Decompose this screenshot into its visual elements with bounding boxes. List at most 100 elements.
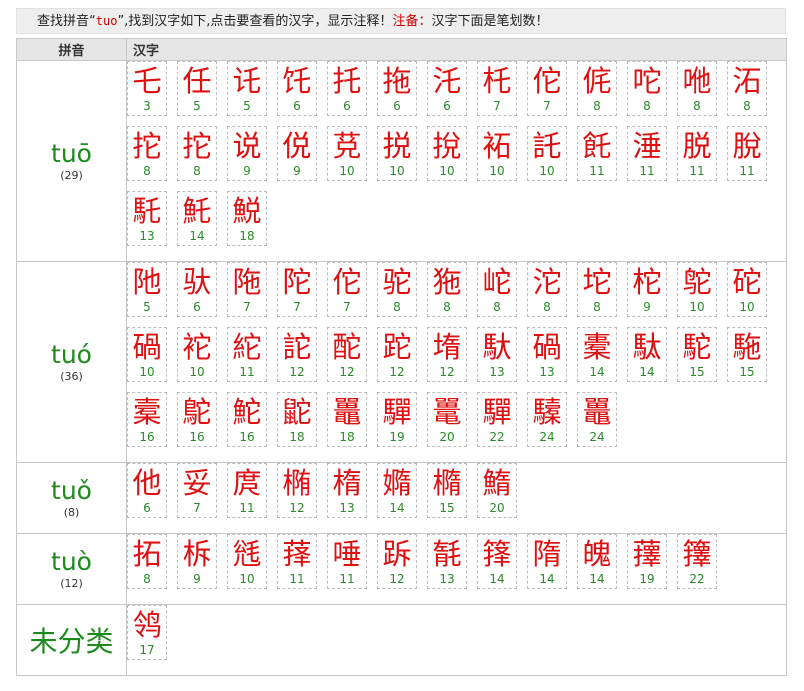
hanzi-link[interactable]: 侻9	[277, 126, 317, 181]
stroke-count: 11	[339, 572, 355, 586]
hanzi-link[interactable]: 砣 10	[727, 262, 767, 317]
hanzi-link[interactable]: 饦6	[277, 61, 317, 116]
hanzi-link[interactable]: 侂8	[577, 61, 617, 116]
hanzi-link[interactable]: 鮀 16	[227, 392, 267, 447]
hanzi-link[interactable]: 岮8	[477, 262, 517, 317]
hanzi-link[interactable]: 托6	[327, 61, 367, 116]
hanzi-link[interactable]: 籜 22	[677, 534, 717, 589]
hanzi-link[interactable]: 鼉 24	[577, 392, 617, 447]
hanzi-link[interactable]: 鮵 18	[227, 191, 267, 246]
hanzi-link[interactable]: 坨8	[577, 262, 617, 317]
hanzi-link[interactable]: 乇3	[127, 61, 167, 116]
hanzi-link[interactable]: 柝9	[177, 534, 217, 589]
hanzi-link[interactable]: 驼8	[377, 262, 417, 317]
hanzi-link[interactable]: 跅 12	[377, 534, 417, 589]
hanzi-link[interactable]: 橢 15	[427, 463, 467, 518]
hanzi-link[interactable]: 碢 10	[127, 327, 167, 382]
hanzi-link[interactable]: 沱8	[527, 262, 567, 317]
stroke-count: 13	[139, 229, 155, 243]
hanzi-link[interactable]: 馲 13	[127, 191, 167, 246]
hanzi-character: 橢	[432, 466, 462, 500]
hanzi-link[interactable]: 杔7	[477, 61, 517, 116]
stroke-count: 11	[689, 164, 705, 178]
hanzi-link[interactable]: 魄 14	[577, 534, 617, 589]
hanzi-link[interactable]: 妥7	[177, 463, 217, 518]
hanzi-link[interactable]: 堶 12	[427, 327, 467, 382]
hanzi-link[interactable]: 拓8	[127, 534, 167, 589]
hanzi-link[interactable]: 拖6	[377, 61, 417, 116]
hanzi-link[interactable]: 陁7	[227, 262, 267, 317]
hanzi-link[interactable]: 橐 14	[577, 327, 617, 382]
hanzi-link[interactable]: 鼉 18	[327, 392, 367, 447]
hanzi-link[interactable]: 鼧 18	[277, 392, 317, 447]
hanzi-link[interactable]: 驒 19	[377, 392, 417, 447]
hanzi-link[interactable]: 箨 14	[477, 534, 517, 589]
hanzi-link[interactable]: 酡 12	[327, 327, 367, 382]
hanzi-character: 涶	[632, 129, 662, 163]
hanzi-link[interactable]: 阤5	[127, 262, 167, 317]
hanzi-link[interactable]: 莌 10	[327, 126, 367, 181]
hanzi-link[interactable]: 捝 10	[377, 126, 417, 181]
hanzi-link[interactable]: 汑6	[427, 61, 467, 116]
hanzi-link[interactable]: 槖 16	[127, 392, 167, 447]
hanzi-link[interactable]: 嫷 14	[377, 463, 417, 518]
hanzi-link[interactable]: 狏8	[427, 262, 467, 317]
hanzi-link[interactable]: 驝 24	[527, 392, 567, 447]
hanzi-link[interactable]: 碢 13	[527, 327, 567, 382]
hanzi-link[interactable]: 跎 12	[377, 327, 417, 382]
hanzi-link[interactable]: 蘀 19	[627, 534, 667, 589]
hanzi-link[interactable]: 詑 12	[277, 327, 317, 382]
hanzi-link[interactable]: 唾 11	[327, 534, 367, 589]
hanzi-link[interactable]: 鸵 10	[677, 262, 717, 317]
hanzi-link[interactable]: 讬5	[227, 61, 267, 116]
pinyin-count: (8)	[63, 506, 80, 519]
hanzi-link[interactable]: 挩 10	[427, 126, 467, 181]
hanzi-link[interactable]: 柁9	[627, 262, 667, 317]
hanzi-character: 唾	[332, 537, 362, 571]
stroke-count: 11	[589, 164, 605, 178]
pinyin-column-header: 拼音	[16, 38, 127, 61]
hanzi-link[interactable]: 袥 10	[477, 126, 517, 181]
hanzi-character: 讬	[232, 64, 262, 98]
hanzi-link[interactable]: 咜8	[627, 61, 667, 116]
hanzi-link[interactable]: 馱 13	[477, 327, 517, 382]
hanzi-link[interactable]: 拕8	[127, 126, 167, 181]
stroke-count: 8	[193, 164, 201, 178]
hanzi-link[interactable]: 楕 13	[327, 463, 367, 518]
hanzi-link[interactable]: 说9	[227, 126, 267, 181]
hanzi-link[interactable]: 飥 11	[577, 126, 617, 181]
hanzi-link[interactable]: 駄 14	[627, 327, 667, 382]
hanzi-link[interactable]: 任5	[177, 61, 217, 116]
hanzi-link[interactable]: 鼍 20	[427, 392, 467, 447]
hanzi-link[interactable]: 驮6	[177, 262, 217, 317]
hanzi-link[interactable]: 鸰 17	[127, 605, 167, 660]
hanzi-link[interactable]: 驒 22	[477, 392, 517, 447]
hanzi-link[interactable]: 魠 14	[177, 191, 217, 246]
hanzi-link[interactable]: 毤 10	[227, 534, 267, 589]
hanzi-link[interactable]: 毻 13	[427, 534, 467, 589]
hanzi-link[interactable]: 脱 11	[677, 126, 717, 181]
hanzi-link[interactable]: 他6	[127, 463, 167, 518]
hanzi-link[interactable]: 沰8	[727, 61, 767, 116]
hanzi-character: 坨	[582, 265, 612, 299]
hanzi-link[interactable]: 佗7	[527, 61, 567, 116]
hanzi-link[interactable]: 紽 11	[227, 327, 267, 382]
hanzi-link[interactable]: 袉 10	[177, 327, 217, 382]
hanzi-link[interactable]: 庹 11	[227, 463, 267, 518]
hanzi-link[interactable]: 脫 11	[727, 126, 767, 181]
hanzi-link[interactable]: 涶 11	[627, 126, 667, 181]
hanzi-link[interactable]: 駞 15	[727, 327, 767, 382]
hanzi-link[interactable]: 陀7	[277, 262, 317, 317]
hanzi-link[interactable]: 隋 14	[527, 534, 567, 589]
hanzi-character: 鼍	[432, 395, 462, 429]
hanzi-link[interactable]: 椭 12	[277, 463, 317, 518]
hanzi-link[interactable]: 駝 15	[677, 327, 717, 382]
stroke-count: 6	[393, 99, 401, 113]
hanzi-link[interactable]: 佗7	[327, 262, 367, 317]
hanzi-link[interactable]: 託 10	[527, 126, 567, 181]
hanzi-link[interactable]: 鴕 16	[177, 392, 217, 447]
hanzi-link[interactable]: 拕8	[177, 126, 217, 181]
hanzi-link[interactable]: 萚 11	[277, 534, 317, 589]
hanzi-link[interactable]: 咃8	[677, 61, 717, 116]
hanzi-link[interactable]: 鰖 20	[477, 463, 517, 518]
